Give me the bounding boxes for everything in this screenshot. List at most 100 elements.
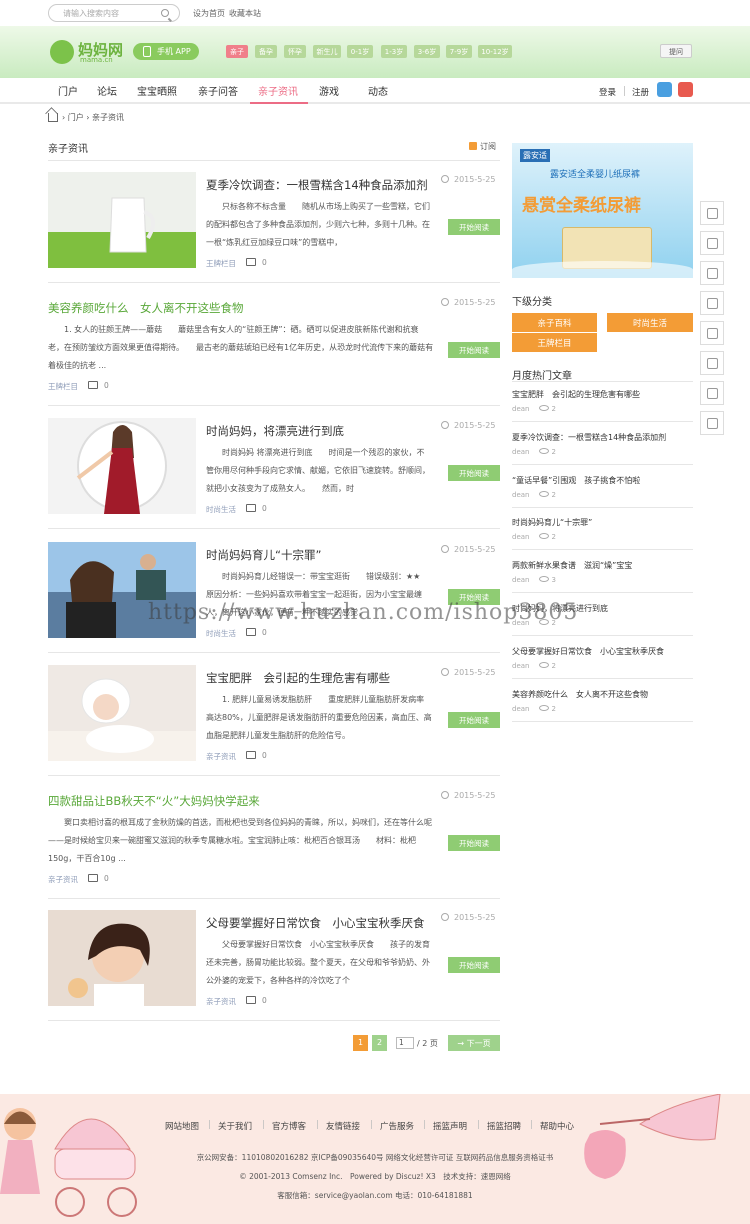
search-icon[interactable] <box>161 9 169 17</box>
ask-button[interactable]: 提问 <box>660 44 692 58</box>
footer-link[interactable]: 友情链接 <box>326 1120 360 1132</box>
set-home-link[interactable]: 设为首页 <box>193 8 225 19</box>
hot-article-author[interactable]: dean <box>512 705 529 713</box>
age-tag[interactable]: 怀孕 <box>284 45 306 58</box>
float-tool-button[interactable] <box>700 231 724 255</box>
page-number-input[interactable]: 1 <box>396 1037 414 1049</box>
subscribe-link[interactable]: 订阅 <box>469 141 496 152</box>
float-tool-button[interactable] <box>700 321 724 345</box>
breadcrumb-item-current[interactable]: 亲子资讯 <box>92 113 124 122</box>
page-1-button[interactable]: 1 <box>353 1035 368 1051</box>
hot-article-title[interactable]: “童话早餐”引围观 孩子挑食不怕啦 <box>512 475 640 486</box>
article-title[interactable]: 美容养颜吃什么 女人离不开这些食物 <box>48 300 244 316</box>
age-tag[interactable]: 新生儿 <box>313 45 341 58</box>
float-tool-button[interactable] <box>700 411 724 435</box>
read-button[interactable]: 开始阅读 <box>448 465 500 481</box>
footer-link[interactable]: 广告服务 <box>380 1120 414 1132</box>
nav-item[interactable]: 论坛 <box>97 83 117 101</box>
article-thumbnail[interactable] <box>48 665 196 761</box>
hot-article-author[interactable]: dean <box>512 533 529 541</box>
subcat-button[interactable]: 王牌栏目 <box>512 333 597 352</box>
article-category[interactable]: 亲子资讯 <box>48 874 78 885</box>
age-tag[interactable]: 亲子 <box>226 45 248 58</box>
site-logo[interactable]: 妈妈网 mama.cn <box>48 38 128 66</box>
article-title[interactable]: 四款甜品让BB秋天不“火”大妈妈快学起来 <box>48 793 260 809</box>
article-title[interactable]: 父母要掌握好日常饮食 小心宝宝秋季厌食 <box>206 915 425 931</box>
page-2-button[interactable]: 2 <box>372 1035 387 1051</box>
footer-link[interactable]: 官方博客 <box>272 1120 306 1132</box>
hot-article-author[interactable]: dean <box>512 405 529 413</box>
read-button[interactable]: 开始阅读 <box>448 835 500 851</box>
age-tag[interactable]: 备孕 <box>255 45 277 58</box>
hot-article-title[interactable]: 美容养颜吃什么 女人离不开这些食物 <box>512 689 648 700</box>
read-button[interactable]: 开始阅读 <box>448 219 500 235</box>
qq-login-icon[interactable] <box>657 82 672 97</box>
nav-item[interactable]: 亲子问答 <box>198 83 238 101</box>
float-tool-button[interactable] <box>700 201 724 225</box>
next-page-button[interactable]: → 下一页 <box>448 1035 500 1051</box>
hot-article-author[interactable]: dean <box>512 576 529 584</box>
bookmark-link[interactable]: 收藏本站 <box>229 8 261 19</box>
age-tag[interactable]: 0-1岁 <box>347 45 373 58</box>
comment-count[interactable]: 0 <box>88 381 109 390</box>
float-tool-button[interactable] <box>700 351 724 375</box>
footer-link[interactable]: 网站地图 <box>165 1120 199 1132</box>
float-tool-button[interactable] <box>700 261 724 285</box>
home-icon[interactable] <box>48 113 58 122</box>
float-tool-button[interactable] <box>700 381 724 405</box>
hot-article-title[interactable]: 父母要掌握好日常饮食 小心宝宝秋季厌食 <box>512 646 664 657</box>
search-input[interactable]: 请输入搜索内容 <box>48 4 180 22</box>
hot-article-author[interactable]: dean <box>512 448 529 456</box>
nav-item[interactable]: 游戏 <box>319 83 339 101</box>
footer-link[interactable]: 关于我们 <box>218 1120 252 1132</box>
footer-link[interactable]: 摇篮招聘 <box>487 1120 521 1132</box>
article-category[interactable]: 王牌栏目 <box>206 258 236 269</box>
article-thumbnail[interactable] <box>48 172 196 268</box>
footer-link[interactable]: 帮助中心 <box>540 1120 574 1132</box>
age-tag[interactable]: 10-12岁 <box>478 45 512 58</box>
comment-count[interactable]: 0 <box>246 258 267 267</box>
article-category[interactable]: 时尚生活 <box>206 628 236 639</box>
comment-count[interactable]: 0 <box>246 504 267 513</box>
article-title[interactable]: 夏季冷饮调查：一根雪糕含14种食品添加剂 <box>206 177 428 193</box>
article-title[interactable]: 时尚妈妈育儿“十宗罪” <box>206 547 321 563</box>
age-tag[interactable]: 3-6岁 <box>414 45 440 58</box>
comment-count[interactable]: 0 <box>246 751 267 760</box>
footer-link[interactable]: 摇篮声明 <box>433 1120 467 1132</box>
hot-article-title[interactable]: 两款新鲜水果食谱 滋润“燥”宝宝 <box>512 560 632 571</box>
nav-item[interactable]: 亲子资讯 <box>258 83 298 101</box>
article-category[interactable]: 王牌栏目 <box>48 381 78 392</box>
comment-count[interactable]: 0 <box>246 996 267 1005</box>
age-tag[interactable]: 7-9岁 <box>446 45 472 58</box>
hot-article-author[interactable]: dean <box>512 662 529 670</box>
float-tool-button[interactable] <box>700 291 724 315</box>
hot-article-title[interactable]: 夏季冷饮调查：一根雪糕含14种食品添加剂 <box>512 432 666 443</box>
article-category[interactable]: 亲子资讯 <box>206 751 236 762</box>
nav-item[interactable]: 宝宝晒照 <box>137 83 177 101</box>
read-button[interactable]: 开始阅读 <box>448 342 500 358</box>
read-button[interactable]: 开始阅读 <box>448 957 500 973</box>
weibo-login-icon[interactable] <box>678 82 693 97</box>
subcat-button[interactable]: 时尚生活 <box>607 313 693 332</box>
sidebar-ad[interactable]: 露安适 露安适全柔婴儿纸尿裤 悬赏全柔纸尿裤 <box>512 143 693 278</box>
comment-count[interactable]: 0 <box>246 628 267 637</box>
breadcrumb-item-portal[interactable]: 门户 <box>68 113 84 122</box>
article-category[interactable]: 时尚生活 <box>206 504 236 515</box>
article-title[interactable]: 时尚妈妈，将漂亮进行到底 <box>206 423 344 439</box>
comment-count[interactable]: 0 <box>88 874 109 883</box>
hot-article-title[interactable]: 宝宝肥胖 会引起的生理危害有哪些 <box>512 389 640 400</box>
article-title[interactable]: 宝宝肥胖 会引起的生理危害有哪些 <box>206 670 390 686</box>
article-thumbnail[interactable] <box>48 910 196 1006</box>
nav-item[interactable]: 门户 <box>58 83 78 101</box>
nav-item[interactable]: 动态 <box>368 83 388 101</box>
mobile-app-button[interactable]: 手机 APP <box>133 43 199 60</box>
age-tag[interactable]: 1-3岁 <box>381 45 407 58</box>
article-thumbnail[interactable] <box>48 418 196 514</box>
article-category[interactable]: 亲子资讯 <box>206 996 236 1007</box>
register-link[interactable]: 注册 <box>632 86 649 98</box>
login-link[interactable]: 登录 <box>599 86 616 98</box>
hot-article-title[interactable]: 时尚妈妈育儿“十宗罪” <box>512 517 592 528</box>
read-button[interactable]: 开始阅读 <box>448 712 500 728</box>
hot-article-author[interactable]: dean <box>512 491 529 499</box>
subcat-button[interactable]: 亲子百科 <box>512 313 597 332</box>
